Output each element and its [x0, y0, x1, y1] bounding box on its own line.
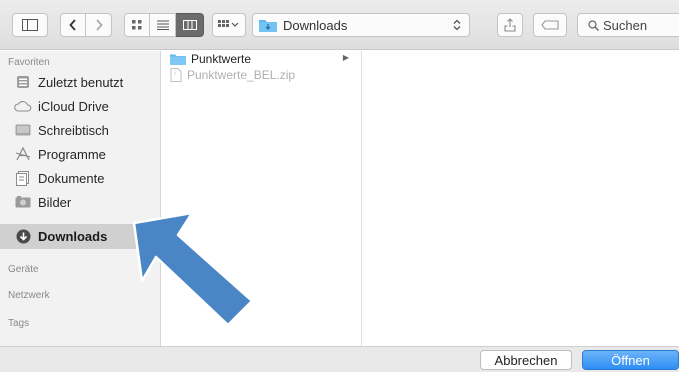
toolbar: Downloads Suchen: [0, 0, 679, 50]
section-title-network[interactable]: Netzwerk: [8, 290, 50, 301]
sidebar-item-recents[interactable]: Zuletzt benutzt: [0, 70, 160, 94]
columns-icon: [182, 20, 197, 30]
section-title-favorites: Favoriten: [8, 57, 50, 68]
bottom-bar: Abbrechen Öffnen: [0, 346, 679, 372]
disclosure-arrow-icon: ▶: [342, 53, 349, 62]
list-icon: [156, 20, 169, 30]
sidebar-item-label: Downloads: [38, 229, 108, 244]
pictures-icon: [14, 194, 32, 210]
sidebar-item-label: Schreibtisch: [38, 122, 109, 138]
share-icon: [504, 18, 516, 32]
sidebar-item-desktop[interactable]: Schreibtisch: [0, 118, 160, 142]
share-button[interactable]: [497, 13, 523, 37]
icloud-icon: [14, 98, 32, 114]
arrange-button[interactable]: [212, 13, 246, 37]
list-item: Punktwerte_BEL.zip: [162, 67, 361, 83]
chevron-left-icon: [69, 19, 76, 31]
sidebar-item-documents[interactable]: Dokumente: [0, 166, 160, 190]
sidebar-item-icloud[interactable]: iCloud Drive: [0, 94, 160, 118]
search-field[interactable]: Suchen: [577, 13, 679, 37]
open-button[interactable]: Öffnen: [582, 350, 679, 370]
path-label: Downloads: [283, 17, 348, 33]
search-placeholder: Suchen: [603, 17, 648, 33]
back-button[interactable]: [60, 13, 86, 37]
zip-file-icon: [170, 68, 182, 82]
tags-button[interactable]: [533, 13, 567, 37]
folder-icon: [170, 54, 186, 65]
file-name: Punktwerte: [191, 52, 252, 66]
sidebar-item-label: iCloud Drive: [38, 98, 109, 114]
sidebar-icon: [22, 19, 38, 31]
desktop-icon: [14, 122, 32, 138]
updown-chevron-icon: [453, 19, 461, 31]
path-popup[interactable]: Downloads: [252, 13, 470, 37]
file-name: Punktwerte_BEL.zip: [187, 68, 296, 82]
sidebar-item-label: Bilder: [38, 194, 72, 210]
section-title-devices[interactable]: Geräte: [8, 264, 39, 275]
arrange-grid-icon: [218, 20, 239, 27]
documents-icon: [14, 170, 32, 186]
forward-button[interactable]: [86, 13, 112, 37]
view-columns-button[interactable]: [176, 13, 204, 37]
annotation-arrow-icon: [132, 211, 254, 327]
sidebar-item-label: Zuletzt benutzt: [38, 74, 124, 90]
sidebar-item-label: Dokumente: [38, 170, 105, 186]
view-list-button[interactable]: [150, 13, 176, 37]
section-title-tags[interactable]: Tags: [8, 318, 29, 329]
applications-icon: [14, 146, 32, 162]
tag-icon: [541, 20, 559, 30]
list-item[interactable]: Punktwerte ▶: [162, 51, 361, 67]
search-icon: [588, 19, 599, 31]
cancel-button[interactable]: Abbrechen: [480, 350, 572, 370]
grid-icon: [132, 20, 142, 30]
downloads-icon: [14, 229, 32, 245]
chevron-right-icon: [95, 19, 103, 31]
downloads-folder-icon: [259, 20, 277, 32]
view-icons-button[interactable]: [124, 13, 150, 37]
recents-icon: [14, 74, 32, 90]
sidebar-item-applications[interactable]: Programme: [0, 142, 160, 166]
sidebar-item-label: Programme: [38, 146, 106, 162]
sidebar-toggle-button[interactable]: [12, 13, 48, 37]
